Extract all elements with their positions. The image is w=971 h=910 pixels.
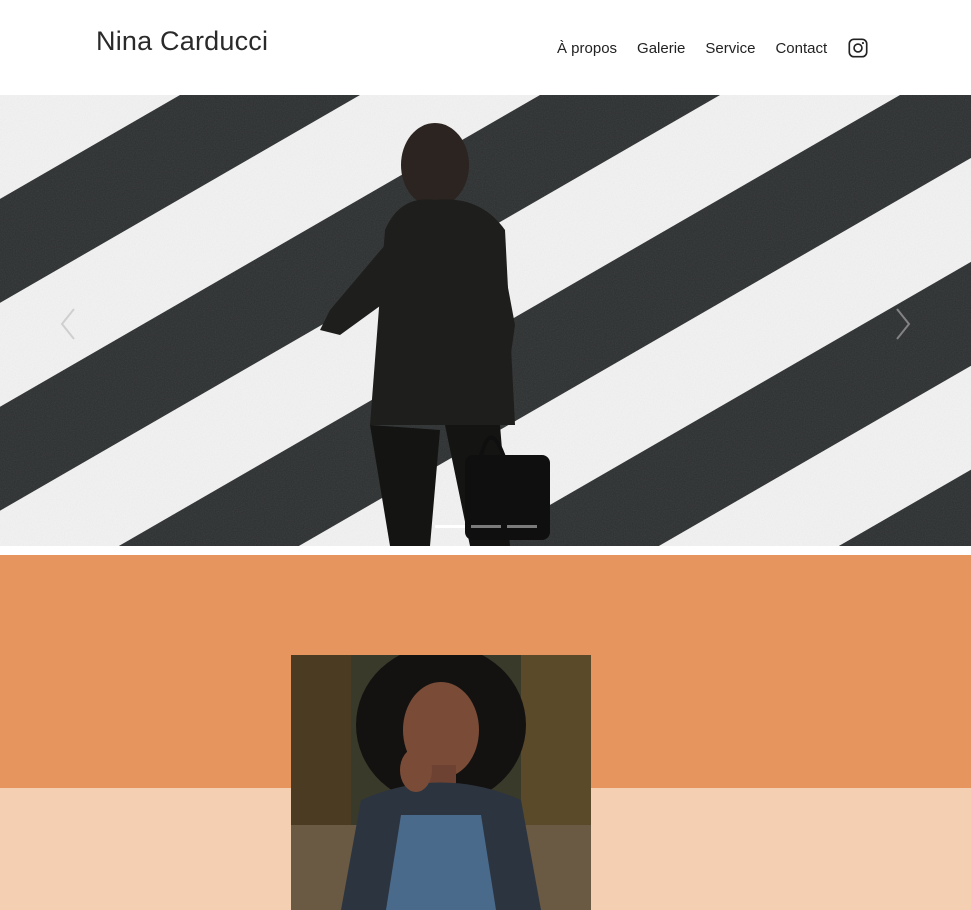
nav-link-a-propos[interactable]: À propos: [557, 40, 617, 57]
carousel-slide-image: [0, 95, 971, 546]
main-nav: À propos Galerie Service Contact: [557, 37, 869, 59]
nav-link-galerie[interactable]: Galerie: [637, 40, 685, 57]
carousel-indicator-1[interactable]: [435, 525, 465, 528]
section-divider: [0, 546, 971, 555]
carousel-indicators: [435, 525, 537, 528]
brand-logo[interactable]: Nina Carducci: [96, 26, 268, 57]
chevron-left-icon[interactable]: [58, 307, 78, 341]
nav-link-service[interactable]: Service: [705, 40, 755, 57]
carousel-indicator-3[interactable]: [507, 525, 537, 528]
instagram-icon[interactable]: [847, 37, 869, 59]
chevron-right-icon[interactable]: [893, 307, 913, 341]
site-header: Nina Carducci À propos Galerie Service C…: [0, 0, 971, 95]
hero-carousel: [0, 95, 971, 546]
portrait-photo: [291, 655, 591, 910]
carousel-indicator-2[interactable]: [471, 525, 501, 528]
nav-link-contact[interactable]: Contact: [775, 40, 827, 57]
